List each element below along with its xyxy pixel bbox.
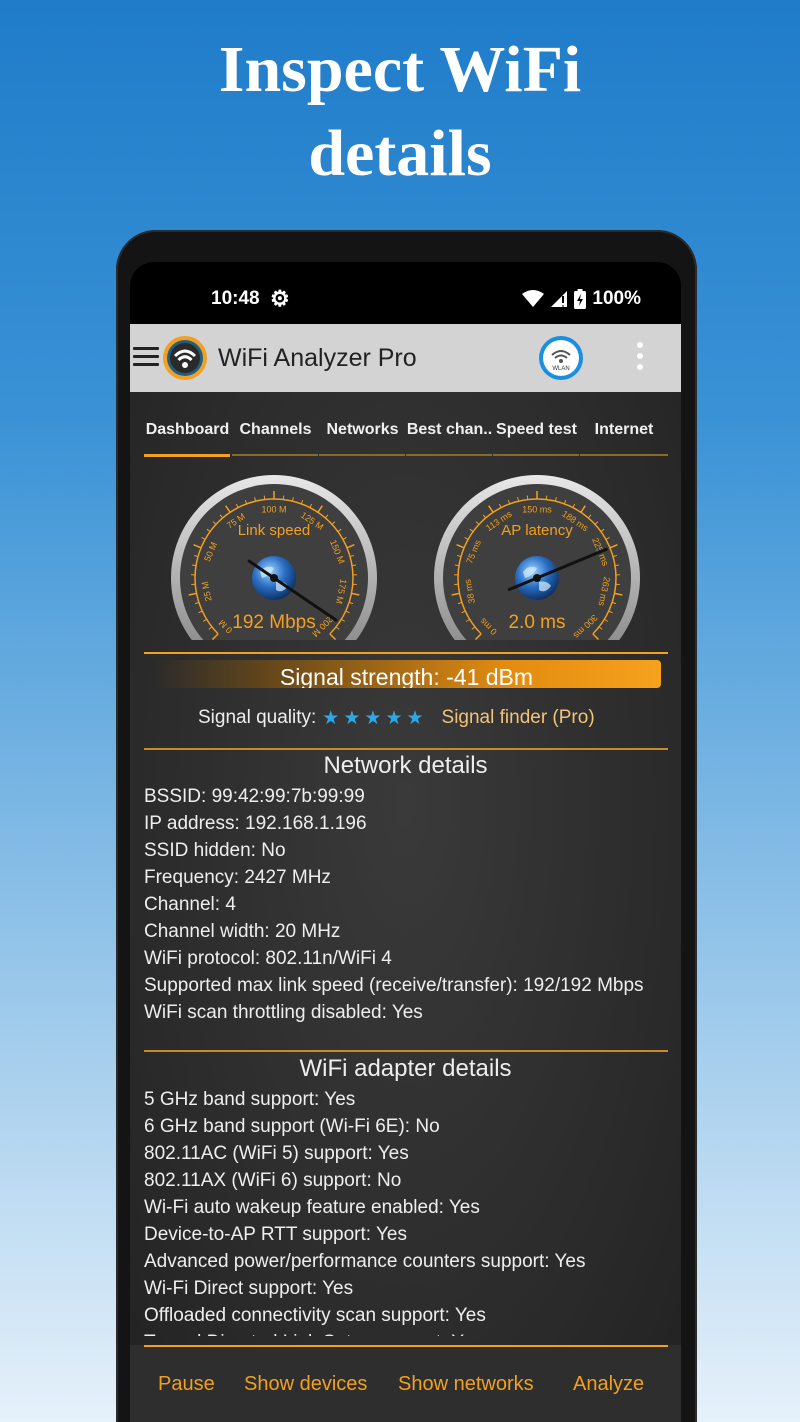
bottom-action-bar: Pause Show devices Show networks Analyze [130, 1345, 681, 1422]
tab-best-channel[interactable]: Best chan.. [406, 417, 493, 457]
detail-line: Supported max link speed (receive/transf… [144, 975, 644, 996]
tab-dashboard-underline [144, 454, 230, 457]
signal-quality-stars: ★ ★ ★ ★ ★ [322, 707, 423, 730]
detail-line: 5 GHz band support: Yes [144, 1089, 356, 1110]
gauge-value: 192 Mbps [232, 612, 315, 633]
tab-underline [232, 454, 318, 456]
dashboard-content: Dashboard Channels Networks Best chan.. … [130, 392, 681, 1422]
tab-bar: Dashboard Channels Networks Best chan.. … [144, 417, 668, 457]
tab-underline [406, 454, 492, 456]
gauge-tick-label: 150 ms [522, 504, 552, 514]
battery-percent: 100% [592, 288, 641, 309]
detail-line: Wi-Fi auto wakeup feature enabled: Yes [144, 1197, 480, 1218]
promo-headline-line1: Inspect WiFi [218, 33, 582, 106]
signal-divider [144, 652, 668, 654]
star-icon: ★ [322, 707, 340, 729]
detail-line: Channel width: 20 MHz [144, 921, 341, 942]
gauge-needle-hub [533, 574, 541, 582]
status-icons: 100% [522, 288, 641, 310]
link-speed-gauge: 0 M25 M50 M75 M100 M125 M150 M175 M200 M… [171, 475, 377, 640]
detail-line: BSSID: 99:42:99:7b:99:99 [144, 786, 365, 807]
section-divider [144, 1050, 668, 1052]
star-icon: ★ [406, 707, 424, 729]
gauge-title: AP latency [501, 522, 573, 539]
tab-internet[interactable]: Internet [580, 417, 668, 457]
settings-gear-icon: ⚙ [270, 286, 290, 311]
promo-headline: Inspect WiFi details [0, 28, 800, 196]
wlan-button-label: WLAN [552, 366, 569, 372]
wifi-analyzer-logo-icon [163, 336, 207, 380]
detail-line: 802.11AC (WiFi 5) support: Yes [144, 1143, 409, 1164]
tab-underline [580, 454, 668, 456]
signal-quality-row: Signal quality: ★ ★ ★ ★ ★ Signal finder (Pro… [198, 704, 595, 732]
detail-line: Wi-Fi Direct support: Yes [144, 1278, 354, 1299]
signal-finder-link[interactable]: Signal finder (Pro) [442, 707, 595, 729]
gauge-tick-label: 100 M [261, 504, 286, 514]
show-devices-button[interactable]: Show devices [244, 1373, 367, 1396]
tab-underline [493, 454, 579, 456]
detail-line: SSID hidden: No [144, 840, 286, 861]
signal-strength-bar: Signal strength: -41 dBm [152, 660, 661, 688]
detail-line: Tunnel Directed Link Setup support: Yes [144, 1329, 668, 1336]
detail-line: 6 GHz band support (Wi-Fi 6E): No [144, 1116, 440, 1137]
promo-headline-line2: details [308, 117, 492, 190]
app-toolbar: WiFi Analyzer Pro WLAN [130, 324, 681, 392]
status-time: 10:48 [211, 288, 260, 309]
detail-line: Device-to-AP RTT support: Yes [144, 1224, 407, 1245]
detail-line: WiFi scan throttling disabled: Yes [144, 1002, 423, 1023]
star-icon: ★ [343, 707, 361, 729]
cell-signal-icon [551, 291, 568, 307]
status-bar: 10:48 ⚙ 100% [130, 262, 681, 324]
tab-speed-test[interactable]: Speed test [493, 417, 580, 457]
detail-line: Advanced power/performance counters supp… [144, 1251, 586, 1272]
show-networks-button[interactable]: Show networks [398, 1373, 534, 1396]
detail-line: IP address: 192.168.1.196 [144, 813, 367, 834]
network-details-list: BSSID: 99:42:99:7b:99:99 IP address: 192.… [144, 783, 668, 1026]
menu-icon[interactable] [133, 347, 159, 367]
ap-latency-gauge: 0 ms38 ms75 ms113 ms 150 ms 188 ms225 ms26… [434, 475, 640, 640]
signal-quality-label: Signal quality: [198, 707, 317, 728]
detail-line: Frequency: 2427 MHz [144, 867, 331, 888]
gauge-title: Link speed [238, 522, 311, 539]
tab-channels[interactable]: Channels [232, 417, 319, 457]
detail-line: WiFi protocol: 802.11n/WiFi 4 [144, 948, 392, 969]
tab-dashboard[interactable]: Dashboard [144, 417, 231, 457]
star-icon: ★ [364, 707, 382, 729]
section-divider [144, 748, 668, 750]
pause-button[interactable]: Pause [158, 1373, 215, 1396]
app-title: WiFi Analyzer Pro [218, 344, 417, 372]
gauge-needle-hub [270, 574, 278, 582]
overflow-menu-icon[interactable] [635, 342, 645, 374]
detail-line: Channel: 4 [144, 894, 236, 915]
detail-line: 802.11AX (WiFi 6) support: No [144, 1170, 402, 1191]
wlan-button[interactable]: WLAN [538, 335, 584, 381]
adapter-details-title: WiFi adapter details [299, 1055, 512, 1082]
star-icon: ★ [385, 707, 403, 729]
gauge-tick [614, 564, 620, 567]
analyze-button[interactable]: Analyze [573, 1373, 644, 1396]
detail-line: Offloaded connectivity scan support: Yes [144, 1305, 486, 1326]
battery-charging-icon [574, 289, 587, 309]
gauge-tick [454, 564, 460, 567]
gauge-tick [351, 564, 357, 567]
adapter-details-list: 5 GHz band support: Yes 6 GHz band suppor… [144, 1086, 668, 1336]
wifi-signal-icon [522, 290, 545, 307]
network-details-title: Network details [323, 752, 488, 779]
phone-screen: 10:48 ⚙ 100% WiFi Analyzer Pro WLAN Dash… [130, 262, 681, 1422]
tab-underline [319, 454, 405, 456]
tab-networks[interactable]: Networks [319, 417, 406, 457]
gauge-tick [191, 564, 197, 567]
bottom-bar-divider [144, 1345, 668, 1347]
gauge-value: 2.0 ms [508, 612, 565, 633]
